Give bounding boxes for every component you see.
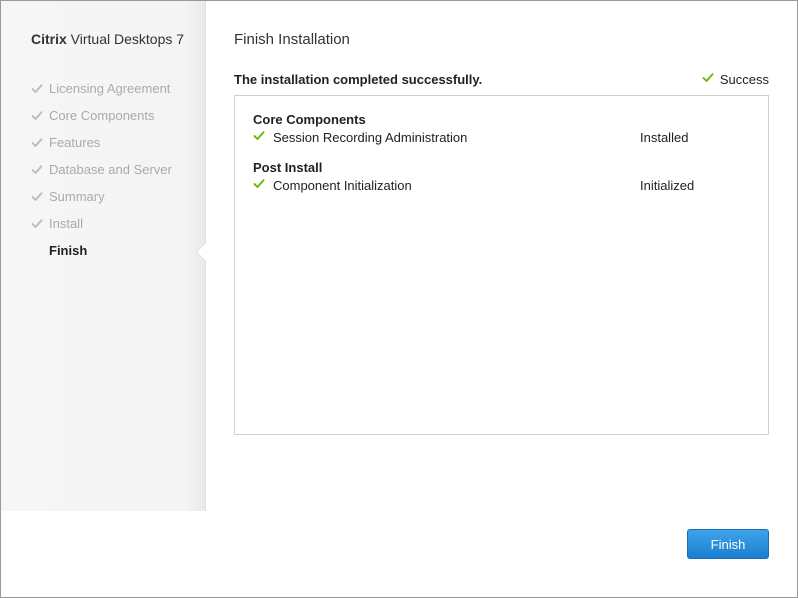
wizard-step-label: Licensing Agreement	[49, 81, 170, 96]
result-item-state: Installed	[640, 130, 750, 145]
check-icon	[253, 130, 267, 145]
status-message: The installation completed successfully.	[234, 72, 482, 87]
sidebar: Citrix Virtual Desktops 7 Licensing Agre…	[1, 1, 206, 511]
status-badge: Success	[702, 72, 769, 87]
status-row: The installation completed successfully.…	[234, 72, 769, 87]
wizard-step-label: Summary	[49, 189, 105, 204]
wizard-step: Features	[31, 129, 205, 156]
wizard-step: Database and Server	[31, 156, 205, 183]
check-icon	[31, 83, 43, 95]
wizard-step: Install	[31, 210, 205, 237]
check-icon	[702, 72, 714, 87]
check-icon	[31, 191, 43, 203]
wizard-step: Core Components	[31, 102, 205, 129]
wizard-step-label: Database and Server	[49, 162, 172, 177]
wizard-step-label: Core Components	[49, 108, 155, 123]
check-icon	[31, 137, 43, 149]
content-area: Finish Installation The installation com…	[206, 1, 797, 511]
check-icon	[253, 178, 267, 193]
finish-button[interactable]: Finish	[687, 529, 769, 559]
result-item-name: Session Recording Administration	[273, 130, 640, 145]
installer-window: Citrix Virtual Desktops 7 Licensing Agre…	[0, 0, 798, 598]
footer: Finish	[1, 511, 797, 597]
wizard-step: Finish	[31, 237, 205, 264]
main-area: Citrix Virtual Desktops 7 Licensing Agre…	[1, 1, 797, 511]
wizard-step-label: Finish	[49, 243, 87, 258]
result-item: Component InitializationInitialized	[253, 177, 750, 194]
wizard-step: Summary	[31, 183, 205, 210]
result-item: Session Recording AdministrationInstalle…	[253, 129, 750, 146]
wizard-steps: Licensing Agreement Core Components Featur…	[31, 75, 205, 264]
product-title-brand: Citrix	[31, 31, 67, 47]
result-item-name: Component Initialization	[273, 178, 640, 193]
page-title: Finish Installation	[234, 31, 769, 48]
step-indicator-notch	[197, 243, 206, 261]
results-panel: Core Components Session Recording Adminis…	[234, 95, 769, 435]
wizard-step-label: Features	[49, 135, 100, 150]
result-item-state: Initialized	[640, 178, 750, 193]
check-icon	[31, 164, 43, 176]
section-title: Core Components	[253, 112, 750, 127]
check-icon	[31, 110, 43, 122]
wizard-step: Licensing Agreement	[31, 75, 205, 102]
product-title-name: Virtual Desktops 7	[67, 31, 184, 47]
wizard-step-label: Install	[49, 216, 83, 231]
status-label: Success	[720, 72, 769, 87]
product-title: Citrix Virtual Desktops 7	[31, 31, 205, 47]
section-title: Post Install	[253, 160, 750, 175]
check-icon	[31, 218, 43, 230]
